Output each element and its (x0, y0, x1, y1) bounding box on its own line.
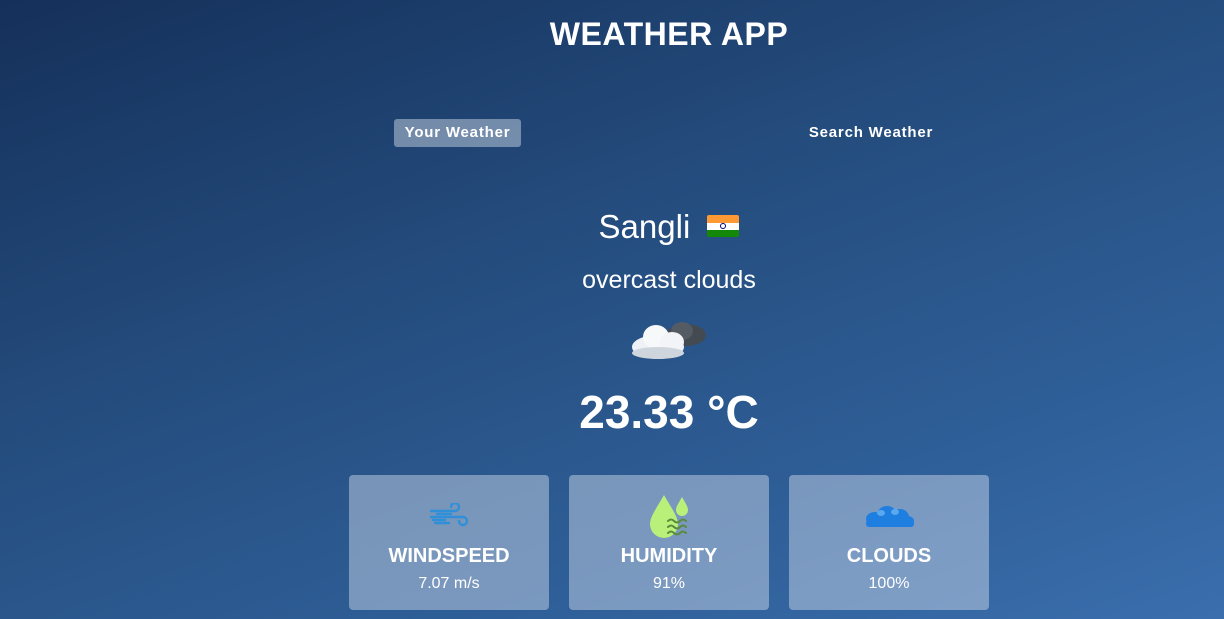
city-name: Sangli (598, 208, 691, 245)
location-row: Sangli (0, 208, 1224, 246)
app-title: WEATHER APP (549, 16, 789, 52)
windspeed-label: WINDSPEED (388, 545, 510, 567)
tab-your-weather[interactable]: Your Weather (394, 119, 521, 147)
windspeed-card: WINDSPEED 7.07 m/s (349, 475, 549, 610)
humidity-label: HUMIDITY (620, 545, 718, 567)
humidity-card: HUMIDITY 91% (569, 475, 769, 610)
clouds-icon (863, 503, 915, 534)
clouds-label: CLOUDS (846, 545, 932, 567)
humidity-value: 91% (652, 575, 686, 592)
weather-description: overcast clouds (582, 266, 756, 294)
wind-icon (429, 501, 469, 534)
temperature: 23.33 °C (579, 386, 759, 438)
windspeed-value: 7.07 m/s (418, 575, 480, 592)
clouds-card: CLOUDS 100% (789, 475, 989, 610)
overcast-cloud-icon (628, 315, 712, 363)
tab-search-weather[interactable]: Search Weather (800, 119, 942, 147)
india-flag-icon (707, 215, 740, 238)
humidity-drop-icon (646, 493, 692, 544)
clouds-value: 100% (868, 575, 910, 592)
